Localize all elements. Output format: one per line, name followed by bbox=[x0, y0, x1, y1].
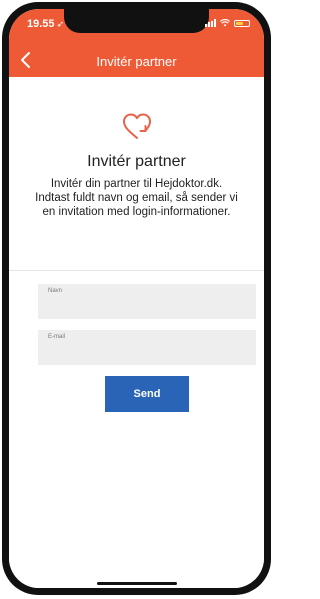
divider bbox=[9, 270, 264, 271]
email-field-label: E-mail bbox=[48, 334, 66, 340]
nav-title: Invitér partner bbox=[96, 54, 177, 69]
invite-description: Invitér din partner til Hejdoktor.dk. In… bbox=[35, 178, 238, 218]
heart-arrow-icon bbox=[121, 111, 153, 141]
home-indicator bbox=[97, 582, 177, 585]
location-arrow-icon: ➶ bbox=[56, 19, 65, 29]
back-button[interactable] bbox=[17, 49, 37, 71]
nav-bar: Invitér partner bbox=[9, 47, 264, 75]
email-input[interactable] bbox=[48, 347, 246, 361]
wifi-icon bbox=[220, 19, 230, 27]
app-screen: 19.55 ➶ Invitér partner Invitér partner … bbox=[9, 9, 264, 588]
header-bar: 19.55 ➶ Invitér partner bbox=[9, 9, 264, 77]
signal-icon bbox=[205, 19, 216, 27]
name-input[interactable] bbox=[48, 301, 246, 315]
battery-icon bbox=[234, 19, 250, 27]
status-time: 19.55 ➶ bbox=[27, 18, 64, 30]
status-time-text: 19.55 bbox=[27, 18, 55, 30]
main-content: Invitér partner Invitér din partner til … bbox=[9, 77, 264, 588]
chevron-left-icon bbox=[21, 52, 30, 68]
email-field[interactable]: E-mail bbox=[38, 330, 256, 365]
name-field-label: Navn bbox=[48, 288, 63, 294]
page-heading: Invitér partner bbox=[87, 153, 186, 170]
name-field[interactable]: Navn bbox=[38, 284, 256, 319]
phone-frame: 19.55 ➶ Invitér partner Invitér partner … bbox=[2, 2, 271, 595]
send-button[interactable]: Send bbox=[105, 376, 189, 412]
device-notch bbox=[64, 9, 209, 33]
status-icons bbox=[205, 19, 250, 27]
